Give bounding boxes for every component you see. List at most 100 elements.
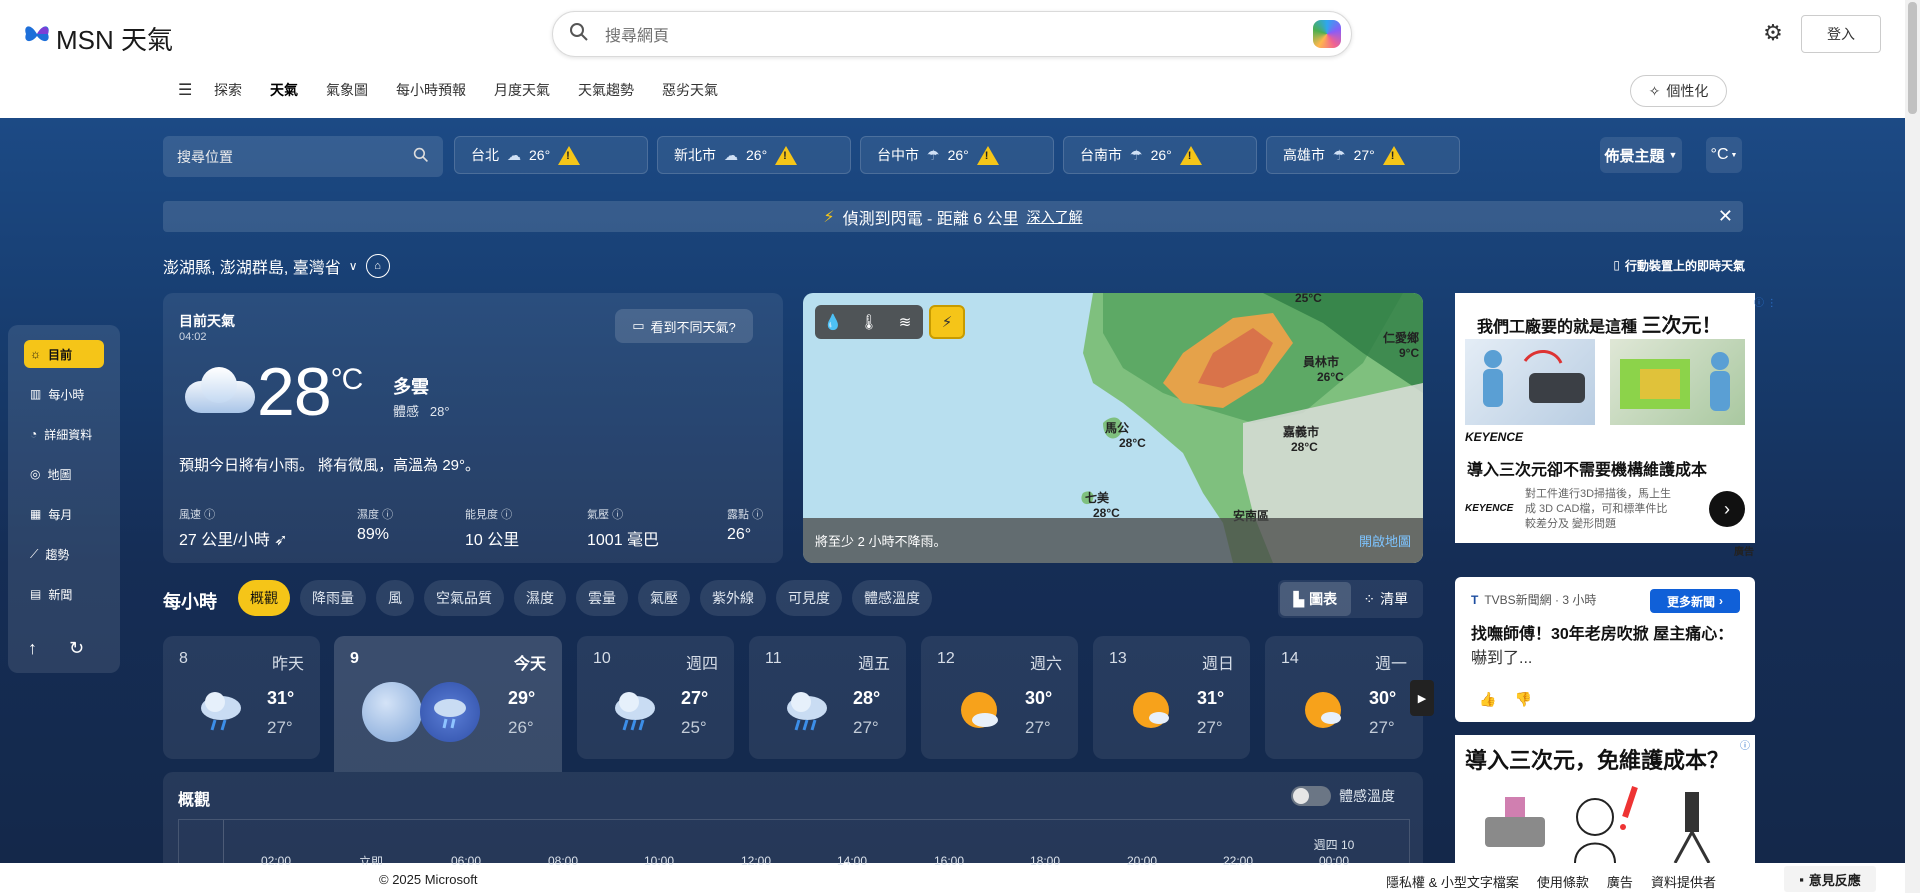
arrow-up-icon[interactable]: ↑ [28, 638, 37, 659]
page-scrollbar[interactable] [1905, 0, 1920, 893]
favorite-city-kaohsiung[interactable]: 高雄市 ☂ 27° ! [1266, 136, 1460, 174]
wind-layer-icon[interactable]: ≋ [887, 305, 923, 339]
chevron-down-icon: ▼ [1730, 151, 1738, 159]
chip-pressure[interactable]: 氣壓 [638, 580, 690, 616]
day-card[interactable]: 13 週日 31° 27° [1093, 636, 1250, 759]
chip-wind[interactable]: 風 [376, 580, 414, 616]
stat-visibility[interactable]: 能見度 ⓘ 10 公里 [465, 506, 519, 550]
day-card[interactable]: 11 週五 28° 27° [749, 636, 906, 759]
chevron-down-icon: ▼ [1668, 150, 1678, 160]
chip-precipitation[interactable]: 降雨量 [300, 580, 366, 616]
next-days-arrow-icon[interactable]: ▶ [1410, 680, 1434, 716]
location-selector[interactable]: 澎湖縣, 澎湖群島, 臺灣省 ∨ ⌂ [163, 254, 390, 278]
thumbs-up-icon[interactable]: 👍 [1479, 691, 1496, 708]
settings-gear-icon[interactable]: ⚙ [1760, 20, 1786, 46]
rail-item-map[interactable]: ◎ 地圖 [24, 460, 104, 488]
unit-dropdown[interactable]: °C ▼ [1706, 137, 1742, 173]
theme-dropdown[interactable]: 佈景主題 ▼ [1600, 137, 1682, 173]
favorite-city-tainan[interactable]: 台南市 ☂ 26° ! [1063, 136, 1257, 174]
footer-link-privacy[interactable]: 隱私權 & 小型文字檔案 [1386, 872, 1519, 891]
day-card[interactable]: 10 週四 27° 25° [577, 636, 734, 759]
home-icon[interactable]: ⌂ [365, 254, 390, 278]
day-card[interactable]: 12 週六 30° 27° [921, 636, 1078, 759]
chart-view-button[interactable]: ▙ 圖表 [1280, 582, 1351, 616]
nav-item-trends[interactable]: 天氣趨勢 [578, 80, 634, 100]
sun-icon: ☼ [30, 347, 41, 361]
news-card[interactable]: T TVBS新聞網 · 3 小時 更多新聞 › 找嘸師傅！30年老房吹掀 屋主痛心… [1455, 577, 1755, 722]
day-card[interactable]: 8 昨天 31° 27° [163, 636, 320, 759]
day-high: 31° [1197, 688, 1225, 708]
refresh-icon[interactable]: ↻ [69, 638, 84, 659]
close-icon[interactable]: ✕ [1718, 206, 1733, 227]
nav-item-explore[interactable]: 探索 [214, 80, 242, 100]
chip-uv[interactable]: 紫外線 [700, 580, 766, 616]
copilot-icon[interactable] [1313, 20, 1341, 48]
stat-pressure[interactable]: 氣壓 ⓘ 1001 毫巴 [587, 506, 659, 550]
personalize-button[interactable]: ✧ 個性化 [1630, 75, 1727, 107]
msn-logo[interactable]: MSN 天氣 [22, 20, 173, 57]
favorite-city-taichung[interactable]: 台中市 ☂ 26° ! [860, 136, 1054, 174]
nav-item-severe[interactable]: 惡劣天氣 [662, 80, 718, 100]
chip-air-quality[interactable]: 空氣品質 [424, 580, 504, 616]
stat-humidity[interactable]: 濕度 ⓘ 89% [357, 506, 393, 544]
chip-overview[interactable]: 概觀 [238, 580, 290, 616]
stat-dew-point[interactable]: 露點 ⓘ 26° [727, 506, 763, 544]
temperature-layer-icon[interactable]: 🌡 [851, 305, 887, 339]
chip-visibility[interactable]: 可見度 [776, 580, 842, 616]
feels-value: 28° [429, 404, 450, 419]
ad-info-icon[interactable]: ⓘ ⋮ [1754, 294, 1777, 309]
open-map-link[interactable]: 開啟地圖 [1359, 531, 1411, 550]
toggle-switch[interactable] [1291, 786, 1331, 806]
feels-like-toggle[interactable]: 體感溫度 [1291, 786, 1395, 806]
hamburger-menu-icon[interactable]: ☰ [178, 80, 194, 100]
weather-map[interactable]: 馬公 28°C 七美 28°C 嘉義市 28°C 員林市 26°C 仁愛鄉 9°C 安南區… [803, 293, 1423, 563]
location-search-input[interactable]: 搜尋位置 [163, 136, 443, 177]
stat-wind[interactable]: 風速 ⓘ 27 公里/小時 ➶ [179, 506, 288, 550]
favorite-city-taipei[interactable]: 台北 ☁ 26° ! [454, 136, 648, 174]
rail-item-details[interactable]: ◔ 詳細資料 [24, 420, 104, 448]
footer-link-terms[interactable]: 使用條款 [1537, 872, 1589, 891]
more-news-button[interactable]: 更多新聞 › [1650, 589, 1740, 613]
web-search-bar[interactable]: 搜尋網頁 [552, 11, 1352, 57]
day-card[interactable]: 14 週一 30° 27° [1265, 636, 1423, 759]
thumbs-down-icon[interactable]: 👎 [1514, 691, 1531, 708]
precipitation-layer-icon[interactable]: 💧 [815, 305, 851, 339]
rail-item-hourly[interactable]: ▥ 每小時 [24, 380, 104, 408]
ad-info-icon[interactable]: ⓘ [1740, 737, 1750, 752]
news-headline[interactable]: 找嘸師傅！30年老房吹掀 屋主痛心： 嚇到了... [1471, 623, 1746, 671]
lightning-layer-icon[interactable]: ⚡ [929, 305, 965, 339]
list-view-button[interactable]: ⁘ 清單 [1351, 582, 1422, 616]
cloud-icon [179, 365, 255, 415]
signin-button[interactable]: 登入 [1801, 15, 1881, 53]
chip-feels-like[interactable]: 體感溫度 [852, 580, 932, 616]
ad-banner-3d[interactable]: 導入三次元，免維護成本？ ⓘ [1455, 735, 1755, 863]
chart-divider [223, 820, 224, 864]
nav-item-monthly[interactable]: 月度天氣 [494, 80, 550, 100]
search-input[interactable]: 搜尋網頁 [605, 22, 669, 46]
alert-learn-more-link[interactable]: 深入了解 [1027, 207, 1083, 227]
ad-banner-keyence[interactable]: 我們工廠要的就是這種 三次元！ KEYENCE 導入三次元卻不需要機構維護成本 … [1455, 293, 1755, 543]
day-weekday: 昨天 [271, 656, 304, 673]
map-city-name: 員林市 [1303, 355, 1340, 369]
chevron-right-icon[interactable]: › [1709, 491, 1745, 527]
see-different-weather-button[interactable]: ▭ 看到不同天氣? [615, 309, 753, 343]
rail-item-trends[interactable]: ⟋ 趨勢 [24, 540, 104, 568]
footer-link-providers[interactable]: 資料提供者 [1651, 872, 1716, 891]
rain-icon [781, 686, 831, 736]
nav-item-weather-map[interactable]: 氣象圖 [326, 80, 368, 100]
toggle-label: 體感溫度 [1339, 788, 1395, 804]
nav-item-weather[interactable]: 天氣 [270, 80, 298, 100]
chip-cloud-cover[interactable]: 雲量 [576, 580, 628, 616]
rail-item-current[interactable]: ☼ 目前 [24, 340, 104, 368]
day-date: 9 [350, 650, 359, 667]
footer-link-ads[interactable]: 廣告 [1607, 872, 1633, 891]
mobile-live-weather-link[interactable]: ▯ 行動裝置上的即時天氣 [1595, 254, 1745, 276]
nav-item-hourly[interactable]: 每小時預報 [396, 80, 466, 100]
scrollbar-thumb[interactable] [1908, 2, 1917, 114]
day-card-today[interactable]: 9 今天 29° 26° [334, 636, 562, 772]
rail-item-monthly[interactable]: ▦ 每月 [24, 500, 104, 528]
rail-item-news[interactable]: ▤ 新聞 [24, 580, 104, 608]
favorite-city-new-taipei[interactable]: 新北市 ☁ 26° ! [657, 136, 851, 174]
chip-humidity[interactable]: 濕度 [514, 580, 566, 616]
feedback-button[interactable]: ▪ 意見反應 [1784, 866, 1876, 892]
